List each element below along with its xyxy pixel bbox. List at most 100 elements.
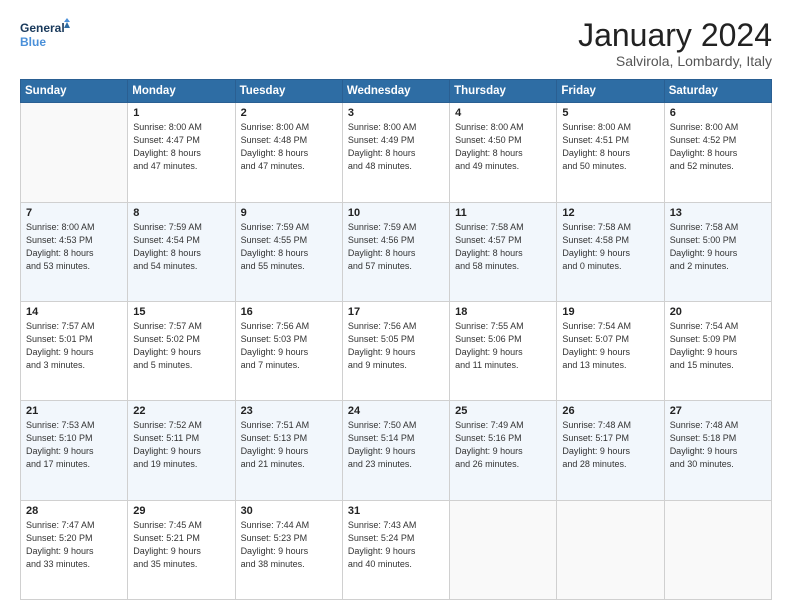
day-info: Sunrise: 7:48 AM Sunset: 5:17 PM Dayligh… <box>562 419 658 471</box>
day-number: 1 <box>133 107 229 119</box>
day-number: 10 <box>348 207 444 219</box>
day-info: Sunrise: 8:00 AM Sunset: 4:53 PM Dayligh… <box>26 221 122 273</box>
table-row: 16 Sunrise: 7:56 AM Sunset: 5:03 PM Dayli… <box>235 301 342 400</box>
day-info: Sunrise: 7:59 AM Sunset: 4:54 PM Dayligh… <box>133 221 229 273</box>
logo-svg: General Blue <box>20 18 70 54</box>
day-info: Sunrise: 7:50 AM Sunset: 5:14 PM Dayligh… <box>348 419 444 471</box>
day-info: Sunrise: 7:57 AM Sunset: 5:02 PM Dayligh… <box>133 320 229 372</box>
table-row: 19 Sunrise: 7:54 AM Sunset: 5:07 PM Dayli… <box>557 301 664 400</box>
svg-text:Blue: Blue <box>20 35 46 49</box>
title-block: January 2024 Salvirola, Lombardy, Italy <box>578 18 772 69</box>
day-info: Sunrise: 7:56 AM Sunset: 5:03 PM Dayligh… <box>241 320 337 372</box>
day-number: 26 <box>562 405 658 417</box>
table-row: 30 Sunrise: 7:44 AM Sunset: 5:23 PM Dayli… <box>235 500 342 599</box>
table-row: 21Sunrise: 7:53 AM Sunset: 5:10 PM Dayli… <box>21 401 128 500</box>
table-row: 6Sunrise: 8:00 AM Sunset: 4:52 PM Daylig… <box>664 103 771 202</box>
day-info: Sunrise: 7:44 AM Sunset: 5:23 PM Dayligh… <box>241 519 337 571</box>
table-row: 1 Sunrise: 8:00 AM Sunset: 4:47 PM Daylig… <box>128 103 235 202</box>
day-number: 29 <box>133 505 229 517</box>
location: Salvirola, Lombardy, Italy <box>578 53 772 69</box>
day-number: 27 <box>670 405 766 417</box>
day-info: Sunrise: 7:59 AM Sunset: 4:56 PM Dayligh… <box>348 221 444 273</box>
day-number: 9 <box>241 207 337 219</box>
day-number: 23 <box>241 405 337 417</box>
table-row: 24 Sunrise: 7:50 AM Sunset: 5:14 PM Dayli… <box>342 401 449 500</box>
page: General Blue January 2024 Salvirola, Lom… <box>0 0 792 612</box>
day-number: 17 <box>348 306 444 318</box>
day-number: 12 <box>562 207 658 219</box>
logo: General Blue <box>20 18 70 54</box>
day-info: Sunrise: 8:00 AM Sunset: 4:48 PM Dayligh… <box>241 121 337 173</box>
table-row: 7 Sunrise: 8:00 AM Sunset: 4:53 PM Daylig… <box>21 202 128 301</box>
day-number: 2 <box>241 107 337 119</box>
day-info: Sunrise: 7:58 AM Sunset: 4:58 PM Dayligh… <box>562 221 658 273</box>
day-number: 18 <box>455 306 551 318</box>
day-number: 19 <box>562 306 658 318</box>
day-info: Sunrise: 7:54 AM Sunset: 5:09 PM Dayligh… <box>670 320 766 372</box>
day-number: 13 <box>670 207 766 219</box>
day-number: 4 <box>455 107 551 119</box>
day-number: 5 <box>562 107 658 119</box>
table-row: 2 Sunrise: 8:00 AM Sunset: 4:48 PM Daylig… <box>235 103 342 202</box>
header-row: Sunday Monday Tuesday Wednesday Thursday… <box>21 80 772 103</box>
day-info: Sunrise: 7:55 AM Sunset: 5:06 PM Dayligh… <box>455 320 551 372</box>
day-info: Sunrise: 7:47 AM Sunset: 5:20 PM Dayligh… <box>26 519 122 571</box>
day-info: Sunrise: 8:00 AM Sunset: 4:51 PM Dayligh… <box>562 121 658 173</box>
table-row: 23 Sunrise: 7:51 AM Sunset: 5:13 PM Dayli… <box>235 401 342 500</box>
day-number: 21 <box>26 405 122 417</box>
table-row: 4 Sunrise: 8:00 AM Sunset: 4:50 PM Daylig… <box>450 103 557 202</box>
table-row: 29Sunrise: 7:45 AM Sunset: 5:21 PM Dayli… <box>128 500 235 599</box>
col-wednesday: Wednesday <box>342 80 449 103</box>
week-row-4: 21Sunrise: 7:53 AM Sunset: 5:10 PM Dayli… <box>21 401 772 500</box>
day-number: 3 <box>348 107 444 119</box>
day-number: 25 <box>455 405 551 417</box>
table-row: 9 Sunrise: 7:59 AM Sunset: 4:55 PM Daylig… <box>235 202 342 301</box>
table-row: 8 Sunrise: 7:59 AM Sunset: 4:54 PM Daylig… <box>128 202 235 301</box>
table-row: 28 Sunrise: 7:47 AM Sunset: 5:20 PM Dayli… <box>21 500 128 599</box>
day-info: Sunrise: 7:54 AM Sunset: 5:07 PM Dayligh… <box>562 320 658 372</box>
day-info: Sunrise: 7:48 AM Sunset: 5:18 PM Dayligh… <box>670 419 766 471</box>
table-row: 20Sunrise: 7:54 AM Sunset: 5:09 PM Dayli… <box>664 301 771 400</box>
day-info: Sunrise: 7:51 AM Sunset: 5:13 PM Dayligh… <box>241 419 337 471</box>
table-row: 11Sunrise: 7:58 AM Sunset: 4:57 PM Dayli… <box>450 202 557 301</box>
day-number: 7 <box>26 207 122 219</box>
day-info: Sunrise: 7:52 AM Sunset: 5:11 PM Dayligh… <box>133 419 229 471</box>
table-row <box>557 500 664 599</box>
day-number: 15 <box>133 306 229 318</box>
day-info: Sunrise: 7:59 AM Sunset: 4:55 PM Dayligh… <box>241 221 337 273</box>
week-row-1: 1 Sunrise: 8:00 AM Sunset: 4:47 PM Daylig… <box>21 103 772 202</box>
table-row: 15 Sunrise: 7:57 AM Sunset: 5:02 PM Dayli… <box>128 301 235 400</box>
day-number: 24 <box>348 405 444 417</box>
table-row: 22Sunrise: 7:52 AM Sunset: 5:11 PM Dayli… <box>128 401 235 500</box>
table-row: 3 Sunrise: 8:00 AM Sunset: 4:49 PM Daylig… <box>342 103 449 202</box>
table-row <box>450 500 557 599</box>
calendar-table: Sunday Monday Tuesday Wednesday Thursday… <box>20 79 772 600</box>
col-sunday: Sunday <box>21 80 128 103</box>
day-info: Sunrise: 7:43 AM Sunset: 5:24 PM Dayligh… <box>348 519 444 571</box>
table-row: 12 Sunrise: 7:58 AM Sunset: 4:58 PM Dayli… <box>557 202 664 301</box>
table-row <box>21 103 128 202</box>
day-number: 14 <box>26 306 122 318</box>
day-info: Sunrise: 8:00 AM Sunset: 4:50 PM Dayligh… <box>455 121 551 173</box>
day-number: 11 <box>455 207 551 219</box>
col-tuesday: Tuesday <box>235 80 342 103</box>
day-number: 31 <box>348 505 444 517</box>
day-number: 30 <box>241 505 337 517</box>
day-number: 6 <box>670 107 766 119</box>
table-row: 17 Sunrise: 7:56 AM Sunset: 5:05 PM Dayli… <box>342 301 449 400</box>
day-info: Sunrise: 7:57 AM Sunset: 5:01 PM Dayligh… <box>26 320 122 372</box>
day-number: 8 <box>133 207 229 219</box>
table-row: 25 Sunrise: 7:49 AM Sunset: 5:16 PM Dayli… <box>450 401 557 500</box>
day-number: 16 <box>241 306 337 318</box>
col-friday: Friday <box>557 80 664 103</box>
day-info: Sunrise: 7:49 AM Sunset: 5:16 PM Dayligh… <box>455 419 551 471</box>
col-saturday: Saturday <box>664 80 771 103</box>
day-info: Sunrise: 7:56 AM Sunset: 5:05 PM Dayligh… <box>348 320 444 372</box>
day-info: Sunrise: 7:58 AM Sunset: 5:00 PM Dayligh… <box>670 221 766 273</box>
day-info: Sunrise: 8:00 AM Sunset: 4:49 PM Dayligh… <box>348 121 444 173</box>
day-number: 28 <box>26 505 122 517</box>
col-thursday: Thursday <box>450 80 557 103</box>
day-info: Sunrise: 8:00 AM Sunset: 4:47 PM Dayligh… <box>133 121 229 173</box>
table-row: 10 Sunrise: 7:59 AM Sunset: 4:56 PM Dayli… <box>342 202 449 301</box>
table-row: 14 Sunrise: 7:57 AM Sunset: 5:01 PM Dayli… <box>21 301 128 400</box>
